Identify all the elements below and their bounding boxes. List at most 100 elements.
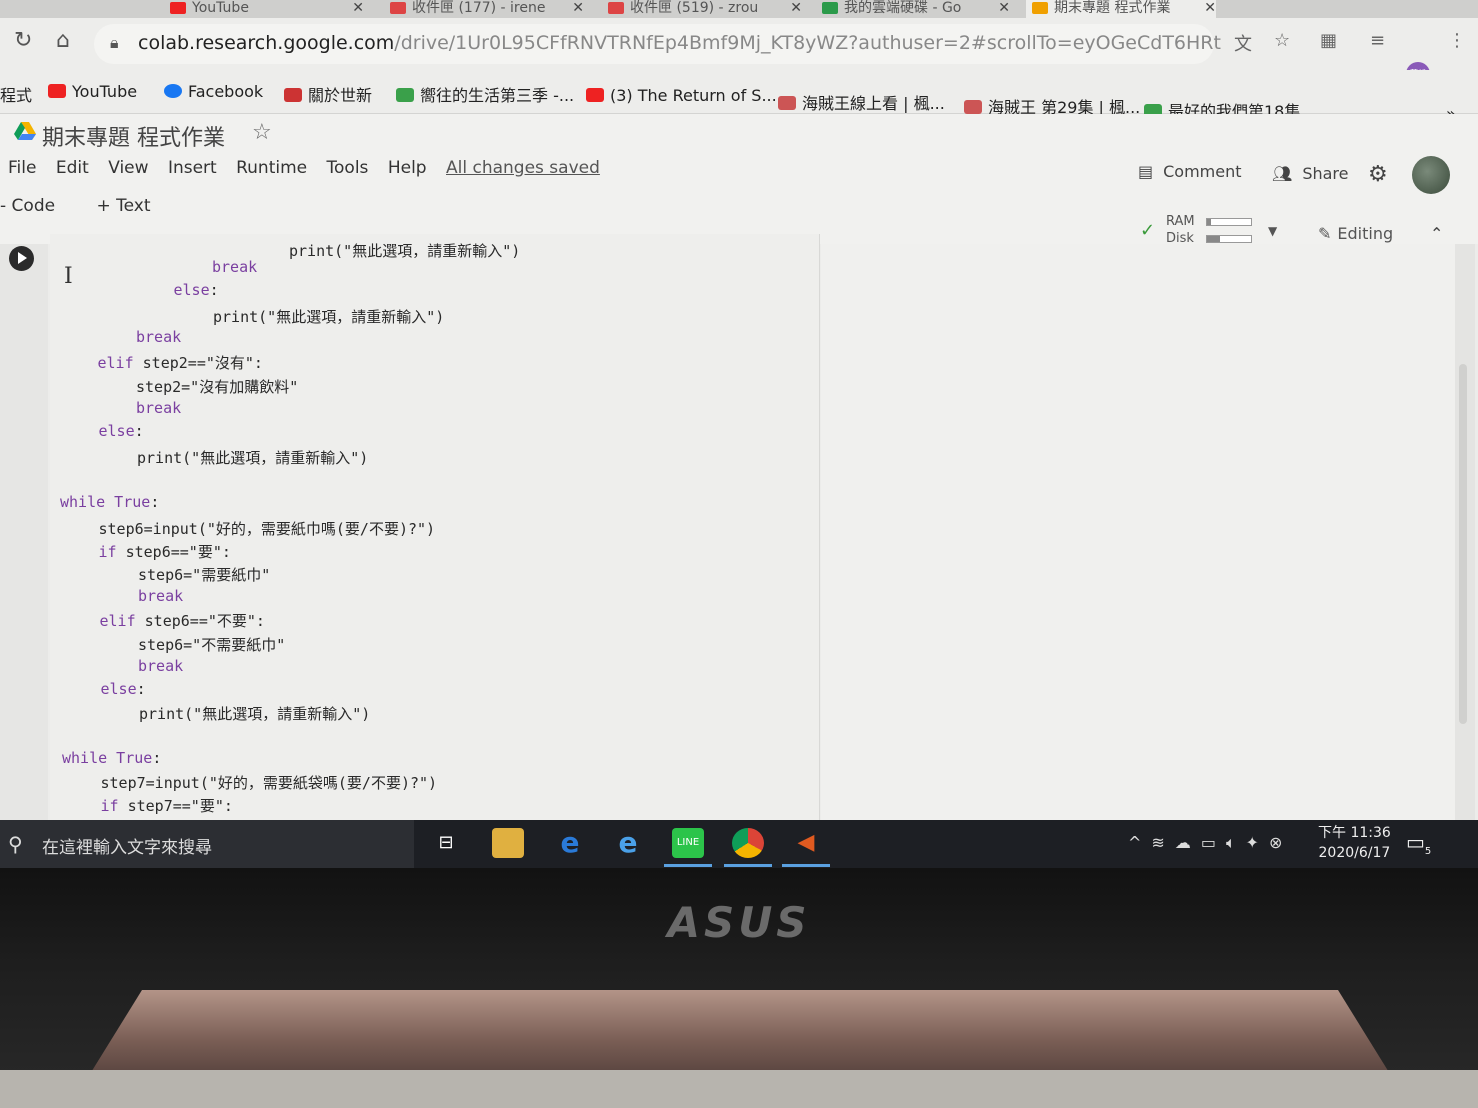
dropbox-icon[interactable]: ✦ — [1246, 833, 1269, 852]
pencil-icon: ✎ — [1318, 224, 1332, 243]
media-player-icon[interactable]: ◀ — [790, 828, 822, 858]
status-icon[interactable]: ⊗ — [1269, 833, 1292, 852]
tab-gmail-irene[interactable]: 收件匣 (177) - irene ✕ — [384, 0, 584, 18]
bookmark-facebook[interactable]: Facebook — [164, 82, 263, 101]
code-line: step6="需要紙巾" — [138, 566, 271, 584]
menu-tools[interactable]: Tools — [327, 158, 369, 178]
scrollbar-thumb[interactable] — [1459, 364, 1467, 724]
wifi-icon[interactable]: ≋ — [1151, 833, 1174, 852]
code-line: step6="不需要紙巾" — [138, 636, 286, 654]
save-status[interactable]: All changes saved — [446, 158, 600, 178]
menu-icon[interactable]: ⋮ — [1448, 30, 1466, 51]
translate-icon[interactable]: ⽂ — [1234, 30, 1252, 56]
code-line: else: — [98, 422, 144, 440]
battery-icon[interactable]: ▭ — [1201, 833, 1226, 852]
task-view-icon[interactable]: ⊟ — [430, 828, 462, 858]
chrome-icon[interactable] — [732, 828, 764, 858]
notebook-title[interactable]: 期末專題 程式作業 — [42, 120, 225, 152]
bookmark-show-1[interactable]: 嚮往的生活第三季 -... — [396, 82, 574, 106]
taskbar-search[interactable]: ⚲ 在這裡輸入文字來搜尋 — [0, 820, 414, 868]
active-app-indicator — [664, 864, 712, 867]
code-line: print("無此選項，請重新輸入") — [137, 449, 369, 467]
gmail-icon — [608, 2, 624, 14]
windows-taskbar: ⚲ 在這裡輸入文字來搜尋 ⊟ e e LINE ◀ ^≋☁▭🔈︎✦⊗ 下午 11… — [0, 820, 1478, 868]
facebook-icon — [164, 84, 182, 98]
menu-edit[interactable]: Edit — [56, 158, 89, 178]
code-cell-editor[interactable]: print("無此選項，請重新輸入") break else: print("無此選項… — [50, 234, 820, 824]
extension-icon[interactable]: ▦ — [1320, 30, 1337, 51]
taskbar-clock[interactable]: 下午 11:36 2020/6/17 — [1318, 823, 1391, 863]
line-app-icon[interactable]: LINE — [672, 828, 704, 858]
menu-view[interactable]: View — [108, 158, 148, 178]
share-button[interactable]: 👥︎ Share — [1272, 164, 1348, 183]
close-icon[interactable]: ✕ — [998, 0, 1010, 16]
bookmark-one-piece-1[interactable]: 海賊王線上看 | 楓... — [778, 90, 945, 114]
editing-mode-button[interactable]: ✎ Editing — [1318, 224, 1393, 243]
disk-bar — [1206, 235, 1252, 243]
edge-icon[interactable]: e — [554, 828, 586, 858]
collapse-header-icon[interactable]: ⌃ — [1430, 224, 1443, 243]
runtime-dropdown-icon[interactable]: ▼ — [1268, 224, 1277, 238]
reload-icon[interactable]: ↻ — [14, 28, 32, 53]
home-icon[interactable]: ⌂ — [56, 28, 70, 53]
connected-check-icon: ✓ — [1140, 220, 1156, 241]
code-line: else: — [173, 281, 219, 299]
notebook-body: print("無此選項，請重新輸入") break else: print("無此選項… — [0, 234, 1478, 824]
onedrive-icon[interactable]: ☁ — [1175, 833, 1201, 852]
code-line: break — [138, 657, 184, 675]
bookmark-folder[interactable]: 程式 — [0, 82, 32, 106]
cell-toolbar: - Code + Text — [0, 196, 187, 216]
add-code-button[interactable]: - Code — [0, 196, 73, 216]
code-line: step2="沒有加購飲料" — [136, 378, 299, 396]
text-cursor-icon: I — [64, 264, 73, 289]
close-icon[interactable]: ✕ — [790, 0, 802, 16]
tab-google-drive[interactable]: 我的雲端硬碟 - Go ✕ — [816, 0, 1010, 18]
laptop-hinge — [90, 990, 1390, 1074]
colab-icon — [1032, 2, 1048, 14]
settings-gear-icon[interactable]: ⚙ — [1368, 162, 1388, 187]
code-line: print("無此選項，請重新輸入") — [139, 705, 371, 723]
internet-explorer-icon[interactable]: e — [612, 828, 644, 858]
bookmark-youtube[interactable]: YouTube — [48, 82, 137, 101]
menu-help[interactable]: Help — [388, 158, 427, 178]
notification-count: 5 — [1424, 846, 1432, 857]
code-line: print("無此選項，請重新輸入") — [213, 308, 445, 326]
code-line: while True: — [62, 749, 162, 767]
laptop-base — [0, 1070, 1478, 1108]
tab-label: YouTube — [192, 0, 249, 16]
media-control-icon[interactable]: ≡ — [1370, 30, 1385, 51]
address-bar[interactable]: 🔒︎ colab.research.google.com/drive/1Ur0L… — [94, 24, 1221, 64]
add-text-button[interactable]: + Text — [96, 196, 168, 216]
bookmark-star-icon[interactable]: ☆ — [1274, 30, 1290, 51]
menu-insert[interactable]: Insert — [168, 158, 217, 178]
ram-bar — [1206, 218, 1252, 226]
action-center-icon[interactable]: ▭5 — [1406, 830, 1431, 857]
tv-icon — [396, 88, 414, 102]
file-explorer-icon[interactable] — [492, 828, 524, 858]
star-icon[interactable]: ☆ — [252, 120, 272, 145]
menu-runtime[interactable]: Runtime — [236, 158, 307, 178]
bookmark-youtube-video[interactable]: (3) The Return of S... — [586, 86, 777, 105]
tab-label: 收件匣 (519) - zrou — [630, 0, 759, 16]
close-icon[interactable]: ✕ — [1204, 0, 1216, 16]
close-icon[interactable]: ✕ — [572, 0, 584, 16]
volume-icon[interactable]: 🔈︎ — [1226, 833, 1246, 852]
show-hidden-icons-icon[interactable]: ^ — [1128, 833, 1151, 852]
bookmark-shih-hsin[interactable]: 關於世新 — [284, 82, 372, 106]
tab-gmail-zrou[interactable]: 收件匣 (519) - zrou ✕ — [602, 0, 802, 18]
code-line: step7=input("好的，需要紙袋嗎(要/不要)?") — [100, 774, 438, 792]
people-icon: 👥︎ — [1272, 164, 1293, 183]
search-placeholder: 在這裡輸入文字來搜尋 — [42, 838, 212, 858]
menu-file[interactable]: File — [8, 158, 36, 178]
tab-youtube[interactable]: YouTube ✕ — [164, 0, 364, 18]
tab-colab[interactable]: 期末專題 程式作業 ✕ — [1026, 0, 1216, 18]
run-cell-button[interactable] — [9, 246, 34, 271]
notebook-scrollbar[interactable] — [1455, 244, 1475, 820]
close-icon[interactable]: ✕ — [352, 0, 364, 16]
active-app-indicator — [724, 864, 772, 867]
comment-button[interactable]: ▤ Comment — [1138, 162, 1242, 181]
maple-icon — [964, 100, 982, 114]
cell-gutter — [0, 244, 48, 820]
account-avatar[interactable] — [1412, 156, 1450, 194]
code-line: elif step2=="沒有": — [97, 354, 263, 372]
